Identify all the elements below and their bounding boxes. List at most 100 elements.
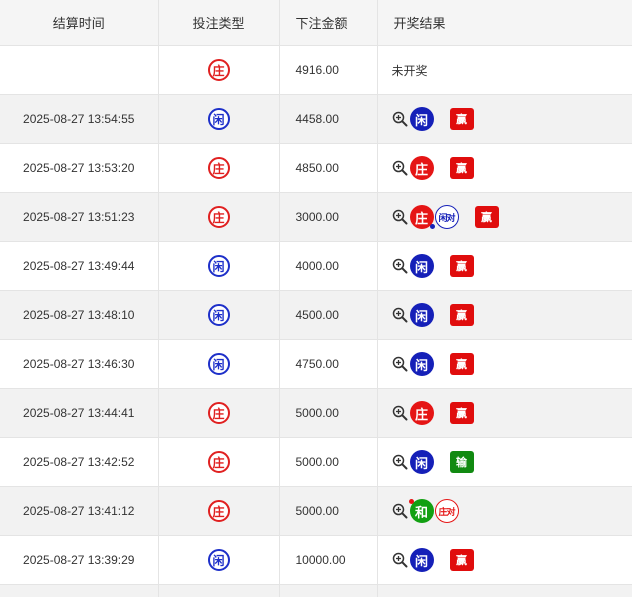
header-bet-amount: 下注金额 [279,0,378,46]
bet-amount-cell: 4000.00 [279,241,378,291]
result-cell: 闲 赢 [377,94,632,144]
bet-amount-cell: 10000.00 [279,535,378,585]
bet-type-badge: 闲 [207,255,230,277]
bet-type-cell: 闲 [158,290,280,340]
result-cell: 闲 赢 [377,339,632,389]
table-header: 结算时间 投注类型 下注金额 开奖结果 [0,0,632,46]
pair-badge: 庄对 [434,499,459,523]
table-row: 2025-08-27 13:44:41 庄 5000.00 庄 赢 [0,388,632,438]
table-row-partial [0,584,632,597]
result-ball: 闲 [409,548,434,572]
settle-time-cell: 2025-08-27 13:41:12 [0,486,159,536]
zoom-in-icon[interactable] [392,307,408,323]
result-ball: 闲 [409,352,434,376]
result-ball: 庄 [409,401,434,425]
table-row: 2025-08-27 13:41:12 庄 5000.00 和 庄对 [0,486,632,536]
result-ball: 庄 [409,205,435,229]
bet-type-cell: 闲 [158,339,280,389]
settle-time-cell: 2025-08-27 13:39:29 [0,535,159,585]
bet-type-cell: 庄 [158,388,280,438]
bet-history-table: 结算时间 投注类型 下注金额 开奖结果 庄 4916.00 未开奖 2025-0… [0,0,632,597]
settle-time-cell: 2025-08-27 13:49:44 [0,241,159,291]
bet-amount-cell: 3000.00 [279,192,378,242]
result-cell: 闲 输 [377,437,632,487]
header-bet-type: 投注类型 [158,0,280,46]
table-row: 2025-08-27 13:46:30 闲 4750.00 闲 赢 [0,339,632,389]
result-cell: 庄 闲对赢 [377,192,632,242]
outcome-badge: 赢 [449,108,474,130]
bet-amount-cell: 4458.00 [279,94,378,144]
bet-type-cell: 庄 [158,486,280,536]
outcome-badge: 赢 [449,304,474,326]
zoom-in-icon[interactable] [392,209,408,225]
bet-type-cell: 庄 [158,192,280,242]
settle-time-cell: 2025-08-27 13:42:52 [0,437,159,487]
bet-type-cell: 庄 [158,45,280,95]
zoom-in-icon[interactable] [392,552,408,568]
zoom-in-icon[interactable] [392,405,408,421]
outcome-badge: 赢 [449,402,474,424]
outcome-badge: 赢 [449,549,474,571]
outcome-badge: 赢 [449,255,474,277]
result-ball: 和 [408,499,434,523]
bet-type-badge: 庄 [207,157,230,179]
settle-time-cell: 2025-08-27 13:53:20 [0,143,159,193]
result-pending: 未开奖 [391,63,428,78]
bet-amount-cell: 5000.00 [279,486,378,536]
outcome-badge: 赢 [449,157,474,179]
table-row: 庄 4916.00 未开奖 [0,45,632,95]
outcome-badge: 赢 [474,206,499,228]
result-cell: 庄 赢 [377,388,632,438]
bet-type-cell: 闲 [158,535,280,585]
result-cell: 闲 赢 [377,290,632,340]
bet-type-badge: 庄 [207,59,230,81]
bet-type-cell: 庄 [158,437,280,487]
table-row: 2025-08-27 13:42:52 庄 5000.00 闲 输 [0,437,632,487]
result-cell: 未开奖 [377,45,632,95]
bet-amount-cell: 4850.00 [279,143,378,193]
bet-type-cell: 庄 [158,143,280,193]
zoom-in-icon[interactable] [392,258,408,274]
bet-amount-cell: 4916.00 [279,45,378,95]
settle-time-cell: 2025-08-27 13:44:41 [0,388,159,438]
zoom-in-icon[interactable] [392,454,408,470]
settle-time-cell: 2025-08-27 13:48:10 [0,290,159,340]
bet-type-badge: 庄 [207,500,230,522]
bet-amount-cell: 5000.00 [279,437,378,487]
header-result: 开奖结果 [377,0,632,46]
bet-amount-cell: 5000.00 [279,388,378,438]
bet-type-badge: 闲 [207,549,230,571]
outcome-badge: 赢 [449,353,474,375]
settle-time-cell: 2025-08-27 13:46:30 [0,339,159,389]
result-cell: 闲 赢 [377,535,632,585]
zoom-in-icon[interactable] [392,503,408,519]
settle-time-cell: 2025-08-27 13:54:55 [0,94,159,144]
zoom-in-icon[interactable] [392,356,408,372]
bet-type-badge: 闲 [207,304,230,326]
bet-type-badge: 庄 [207,451,230,473]
result-ball: 庄 [409,156,434,180]
pair-badge: 闲对 [434,205,459,229]
result-ball: 闲 [409,254,434,278]
zoom-in-icon[interactable] [392,160,408,176]
result-cell: 和 庄对 [377,486,632,536]
bet-type-badge: 闲 [207,108,230,130]
result-ball: 闲 [409,303,434,327]
table-row: 2025-08-27 13:53:20 庄 4850.00 庄 赢 [0,143,632,193]
bet-type-cell: 闲 [158,94,280,144]
header-settle-time: 结算时间 [0,0,159,46]
marker-dot [429,224,435,229]
bet-amount-cell: 4500.00 [279,290,378,340]
table-row: 2025-08-27 13:48:10 闲 4500.00 闲 赢 [0,290,632,340]
result-cell: 庄 赢 [377,143,632,193]
result-ball: 闲 [409,107,434,131]
table-row: 2025-08-27 13:54:55 闲 4458.00 闲 赢 [0,94,632,144]
bet-type-cell: 闲 [158,241,280,291]
bet-type-badge: 闲 [207,353,230,375]
zoom-in-icon[interactable] [392,111,408,127]
result-cell: 闲 赢 [377,241,632,291]
table-row: 2025-08-27 13:39:29 闲 10000.00 闲 赢 [0,535,632,585]
settle-time-cell: 2025-08-27 13:51:23 [0,192,159,242]
outcome-badge: 输 [449,451,474,473]
settle-time-cell [0,45,159,95]
